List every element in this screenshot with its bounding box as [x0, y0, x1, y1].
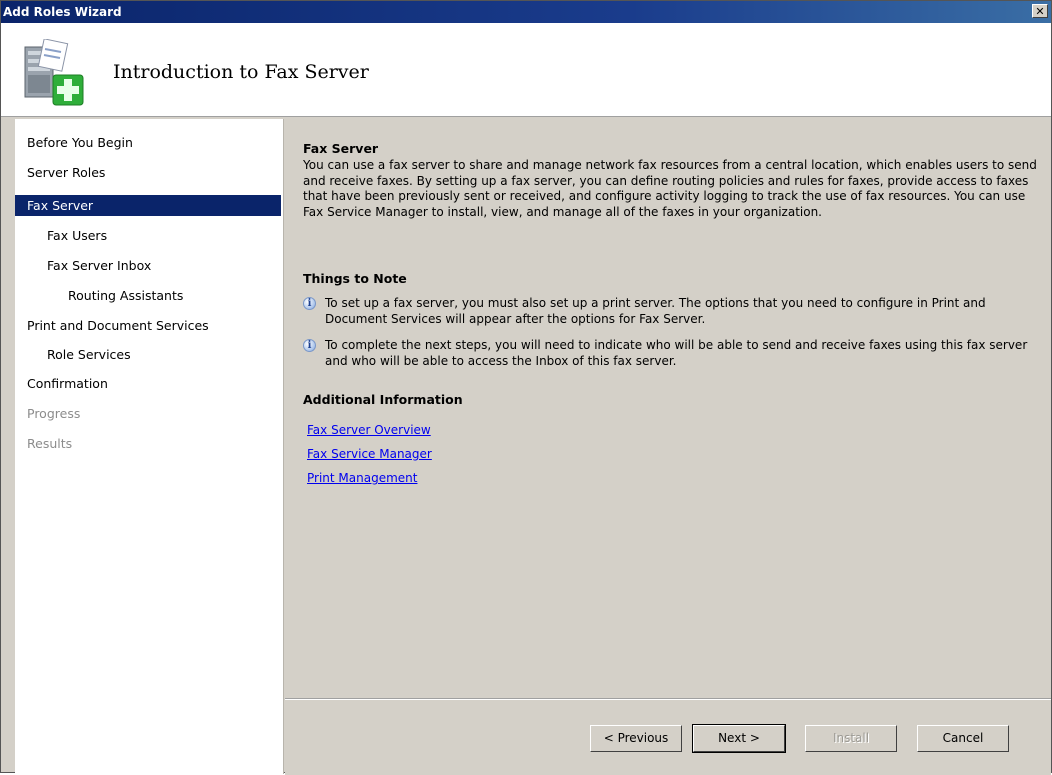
link-print-management[interactable]: Print Management: [307, 471, 417, 485]
info-icon: i: [303, 297, 316, 310]
window-title: Add Roles Wizard: [3, 5, 122, 19]
section-heading-things-to-note: Things to Note: [303, 271, 407, 286]
sidebar-item-role-services[interactable]: Role Services: [15, 344, 281, 365]
info-icon: i: [303, 339, 316, 352]
close-icon: ✕: [1035, 5, 1045, 18]
sidebar-item-label: Fax Server Inbox: [47, 258, 152, 273]
page-title: Introduction to Fax Server: [113, 61, 369, 83]
previous-button[interactable]: < Previous: [590, 725, 682, 752]
wizard-content-pane: Fax Server You can use a fax server to s…: [285, 119, 1051, 699]
sidebar-item-label: Before You Begin: [27, 135, 133, 150]
note-item: i To complete the next steps, you will n…: [303, 338, 1043, 371]
install-button: Install: [805, 725, 897, 752]
sidebar-item-progress: Progress: [15, 403, 281, 424]
sidebar-item-label: Routing Assistants: [68, 288, 184, 303]
sidebar-item-confirmation[interactable]: Confirmation: [15, 373, 281, 394]
close-button[interactable]: ✕: [1032, 4, 1048, 18]
sidebar-item-label: Confirmation: [27, 376, 108, 391]
sidebar-item-label: Fax Server: [27, 198, 94, 213]
sidebar-item-label: Progress: [27, 406, 81, 421]
section-heading-additional-information: Additional Information: [303, 392, 463, 407]
sidebar-item-label: Print and Document Services: [27, 318, 209, 333]
add-roles-wizard-window: Add Roles Wizard ✕ Introduction to Fax S…: [0, 0, 1052, 775]
sidebar-item-label: Results: [27, 436, 73, 451]
wizard-header: Introduction to Fax Server: [1, 23, 1051, 117]
intro-paragraph: You can use a fax server to share and ma…: [303, 158, 1037, 219]
next-button[interactable]: Next >: [692, 724, 786, 753]
note-text: To complete the next steps, you will nee…: [325, 338, 1028, 368]
sidebar-item-fax-server-inbox[interactable]: Fax Server Inbox: [15, 255, 281, 276]
wizard-steps-sidebar: Before You Begin Server Roles Fax Server…: [15, 119, 284, 774]
sidebar-item-label: Fax Users: [47, 228, 108, 243]
sidebar-item-print-and-document-services[interactable]: Print and Document Services: [15, 315, 281, 336]
link-fax-service-manager[interactable]: Fax Service Manager: [307, 447, 432, 461]
sidebar-item-server-roles[interactable]: Server Roles: [15, 162, 281, 183]
sidebar-item-before-you-begin[interactable]: Before You Begin: [15, 132, 281, 153]
note-text: To set up a fax server, you must also se…: [325, 296, 986, 326]
section-heading-fax-server: Fax Server: [303, 141, 379, 156]
cancel-button[interactable]: Cancel: [917, 725, 1009, 752]
sidebar-item-label: Role Services: [47, 347, 131, 362]
server-add-icon: [24, 39, 84, 106]
title-bar[interactable]: Add Roles Wizard ✕: [1, 1, 1051, 23]
link-fax-server-overview[interactable]: Fax Server Overview: [307, 423, 431, 437]
sidebar-item-label: Server Roles: [27, 165, 106, 180]
sidebar-item-routing-assistants[interactable]: Routing Assistants: [15, 285, 281, 306]
note-item: i To set up a fax server, you must also …: [303, 296, 1043, 329]
sidebar-item-fax-server[interactable]: Fax Server: [15, 195, 281, 216]
sidebar-item-results: Results: [15, 433, 281, 454]
wizard-button-bar: < Previous Next > Install Cancel: [285, 699, 1051, 775]
sidebar-item-fax-users[interactable]: Fax Users: [15, 225, 281, 246]
